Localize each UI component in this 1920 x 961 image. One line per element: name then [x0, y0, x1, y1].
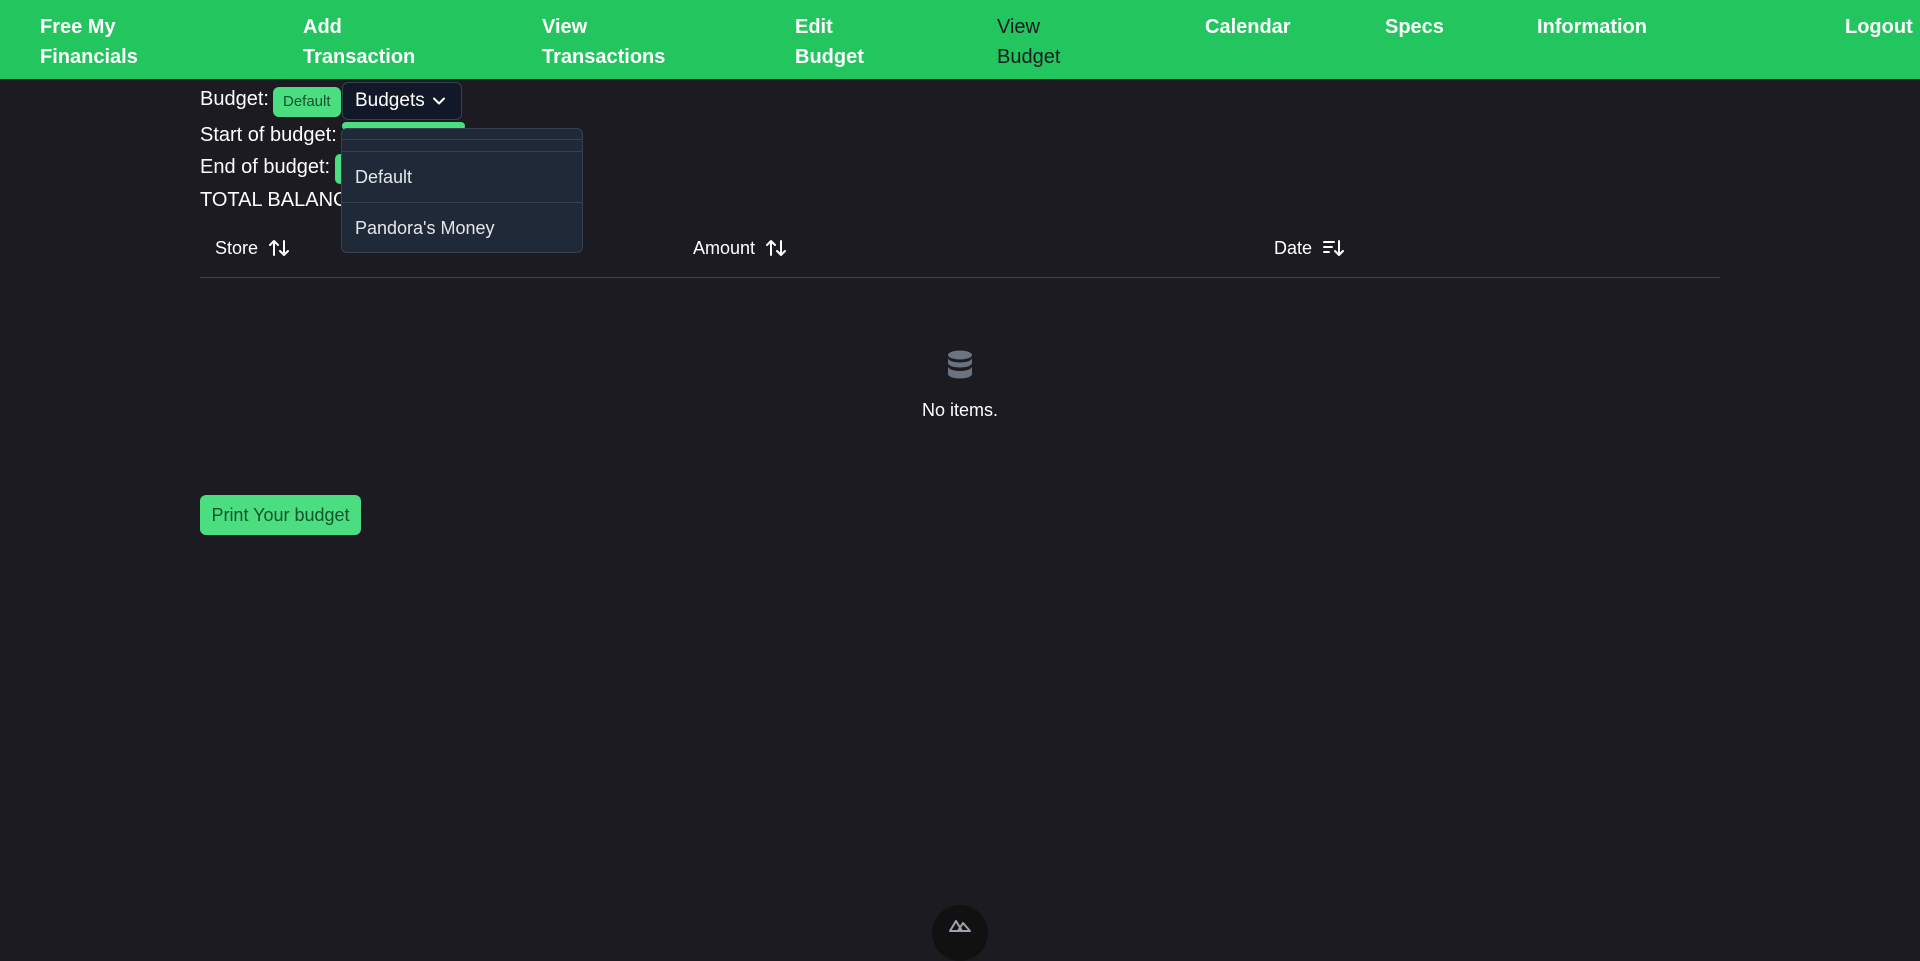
budgets-dropdown-menu: Default Pandora's Money: [341, 128, 583, 253]
devtools-toggle[interactable]: [932, 905, 988, 961]
budgets-dropdown-button[interactable]: Budgets: [342, 82, 462, 120]
nav-view-budget[interactable]: View Budget: [997, 12, 1060, 72]
column-header-store[interactable]: Store: [215, 234, 290, 262]
chevron-down-icon: [433, 97, 445, 105]
column-header-amount-label: Amount: [693, 238, 756, 258]
current-budget-badge: Default: [273, 87, 341, 117]
sort-arrows-icon: [269, 240, 290, 256]
end-of-budget-label: End of budget:: [200, 156, 331, 178]
column-header-store-label: Store: [215, 238, 259, 258]
nav-view-transactions[interactable]: View Transactions: [542, 12, 665, 72]
nav-calendar[interactable]: Calendar: [1205, 12, 1291, 42]
column-header-amount[interactable]: Amount: [693, 234, 787, 262]
table-header-divider: [200, 277, 1720, 278]
budget-label: Budget:: [200, 88, 269, 110]
top-navbar: Free My Financials Add Transaction View …: [0, 0, 1920, 79]
logout-link[interactable]: Logout: [1845, 12, 1913, 42]
nav-information[interactable]: Information: [1537, 12, 1647, 42]
total-balance-label: TOTAL BALANCE: [200, 189, 361, 211]
nav-add-transaction[interactable]: Add Transaction: [303, 12, 415, 72]
start-of-budget-label: Start of budget:: [200, 124, 337, 146]
nav-edit-budget[interactable]: Edit Budget: [795, 12, 864, 72]
sort-arrows-icon: [766, 240, 787, 256]
brand-link[interactable]: Free My Financials: [40, 12, 138, 72]
budgets-dropdown-label: Budgets: [355, 90, 425, 111]
nuxt-logo-icon: [949, 920, 971, 932]
sort-desc-icon: [1323, 240, 1345, 256]
empty-state-text: No items.: [921, 400, 999, 420]
menu-divider: [342, 139, 582, 140]
print-budget-button[interactable]: Print Your budget: [200, 495, 361, 535]
column-header-date-label: Date: [1274, 238, 1313, 258]
column-header-date[interactable]: Date: [1274, 234, 1345, 262]
dropdown-option-pandoras-money[interactable]: Pandora's Money: [342, 203, 582, 252]
nav-specs[interactable]: Specs: [1385, 12, 1444, 42]
database-icon: [948, 350, 972, 379]
dropdown-option-default[interactable]: Default: [342, 152, 582, 202]
